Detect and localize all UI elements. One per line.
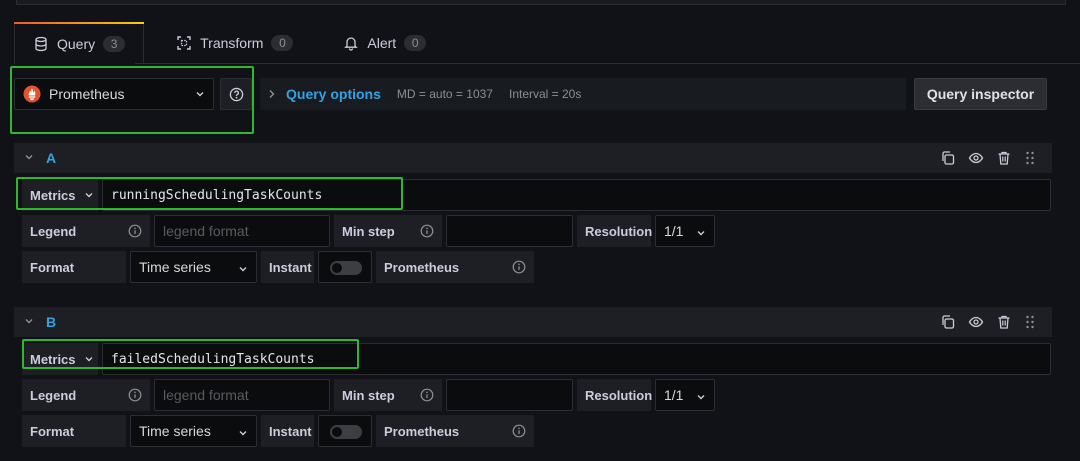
chevron-down-icon [195, 86, 205, 102]
tab-counter: 0 [404, 35, 427, 51]
metrics-dropdown[interactable]: Metrics [22, 179, 98, 211]
tab-query[interactable]: Query 3 [14, 22, 145, 64]
chevron-down-icon [238, 425, 248, 441]
tab-alert[interactable]: Alert 0 [325, 22, 444, 64]
resolution-select[interactable]: 1/1 [655, 215, 715, 247]
query-options-toggle[interactable]: Query options MD = auto = 1037 Interval … [260, 78, 906, 110]
query-ref-id[interactable]: A [46, 150, 56, 166]
tabs-divider [14, 63, 1080, 64]
datasource-help-button[interactable] [220, 78, 252, 110]
tab-counter: 0 [271, 35, 294, 51]
eye-icon[interactable] [968, 314, 984, 330]
instant-label: Instant [261, 415, 314, 447]
instant-toggle[interactable] [318, 415, 372, 447]
query-inspector-button[interactable]: Query inspector [914, 78, 1047, 110]
query-options-label: Query options [286, 86, 381, 102]
metrics-row: Metrics runningSchedulingTaskCounts [22, 179, 1051, 211]
query-header[interactable]: A [14, 143, 1052, 173]
drag-handle-icon[interactable] [1024, 314, 1040, 330]
format-select[interactable]: Time series [130, 251, 257, 283]
chevron-down-icon [84, 354, 94, 364]
question-circle-icon [229, 87, 244, 102]
query-row-b: B Metrics failedSchedulingTaskCounts Leg… [14, 307, 1052, 455]
chevron-down-icon [696, 389, 706, 405]
chevron-down-icon [696, 225, 706, 241]
chevron-down-icon[interactable] [24, 152, 34, 165]
query-header[interactable]: B [14, 307, 1052, 337]
metrics-label: Metrics [30, 351, 76, 367]
bell-icon [343, 35, 359, 51]
tab-label: Alert [367, 35, 397, 51]
datasource-row: Prometheus Query options MD = auto = 103… [14, 78, 1066, 110]
tab-transform[interactable]: Transform 0 [158, 22, 311, 64]
resolution-select[interactable]: 1/1 [655, 379, 715, 411]
metrics-query-input[interactable]: failedSchedulingTaskCounts [102, 343, 1051, 375]
panel-top-edge [16, 0, 1066, 5]
format-row: Format Time series Instant Prometheus [22, 251, 538, 283]
metrics-query-input[interactable]: runningSchedulingTaskCounts [102, 179, 1051, 211]
info-icon[interactable] [512, 260, 526, 274]
eye-icon[interactable] [968, 150, 984, 166]
query-row-a: A Metrics runningSchedulingTaskCounts Le… [14, 143, 1052, 291]
info-icon[interactable] [420, 388, 434, 402]
datasource-name: Prometheus [49, 86, 125, 102]
info-icon[interactable] [128, 224, 142, 238]
metrics-label: Metrics [30, 187, 76, 203]
transform-icon [176, 35, 192, 51]
trash-icon[interactable] [996, 150, 1012, 166]
format-select[interactable]: Time series [130, 415, 257, 447]
tab-label: Transform [200, 35, 264, 51]
format-label: Format [22, 251, 126, 283]
interval-value: Interval = 20s [508, 87, 582, 101]
instant-toggle[interactable] [318, 251, 372, 283]
chevron-down-icon [84, 190, 94, 200]
database-icon [33, 36, 49, 52]
info-icon[interactable] [512, 424, 526, 438]
legend-format-input[interactable]: legend format [154, 215, 330, 247]
legend-row: Legend legend format Min step Resolution… [22, 379, 719, 411]
drag-handle-icon[interactable] [1024, 150, 1040, 166]
min-step-input[interactable] [446, 379, 573, 411]
datasource-hint-label: Prometheus [376, 415, 534, 447]
min-step-label: Min step [334, 379, 442, 411]
resolution-label: Resolution [577, 215, 652, 247]
instant-label: Instant [261, 251, 314, 283]
metrics-row: Metrics failedSchedulingTaskCounts [22, 343, 1051, 375]
tab-label: Query [57, 35, 96, 52]
legend-format-input[interactable]: legend format [154, 379, 330, 411]
format-row: Format Time series Instant Prometheus [22, 415, 538, 447]
query-ref-id[interactable]: B [46, 314, 56, 330]
prometheus-logo-icon [23, 85, 41, 103]
min-step-label: Min step [334, 215, 442, 247]
legend-row: Legend legend format Min step Resolution… [22, 215, 719, 247]
datasource-hint-label: Prometheus [376, 251, 534, 283]
legend-label: Legend [22, 379, 150, 411]
metrics-dropdown[interactable]: Metrics [22, 343, 98, 375]
datasource-picker[interactable]: Prometheus [14, 78, 214, 110]
editor-tabs: Query 3 Transform 0 Alert 0 [14, 22, 444, 64]
info-icon[interactable] [128, 388, 142, 402]
tab-counter: 3 [103, 35, 126, 52]
chevron-down-icon [238, 261, 248, 277]
min-step-input[interactable] [446, 215, 573, 247]
duplicate-icon[interactable] [940, 150, 956, 166]
format-label: Format [22, 415, 126, 447]
resolution-label: Resolution [577, 379, 652, 411]
trash-icon[interactable] [996, 314, 1012, 330]
info-icon[interactable] [420, 224, 434, 238]
legend-label: Legend [22, 215, 150, 247]
duplicate-icon[interactable] [940, 314, 956, 330]
max-data-points: MD = auto = 1037 [396, 87, 493, 101]
chevron-right-icon [268, 87, 276, 102]
chevron-down-icon[interactable] [24, 316, 34, 329]
